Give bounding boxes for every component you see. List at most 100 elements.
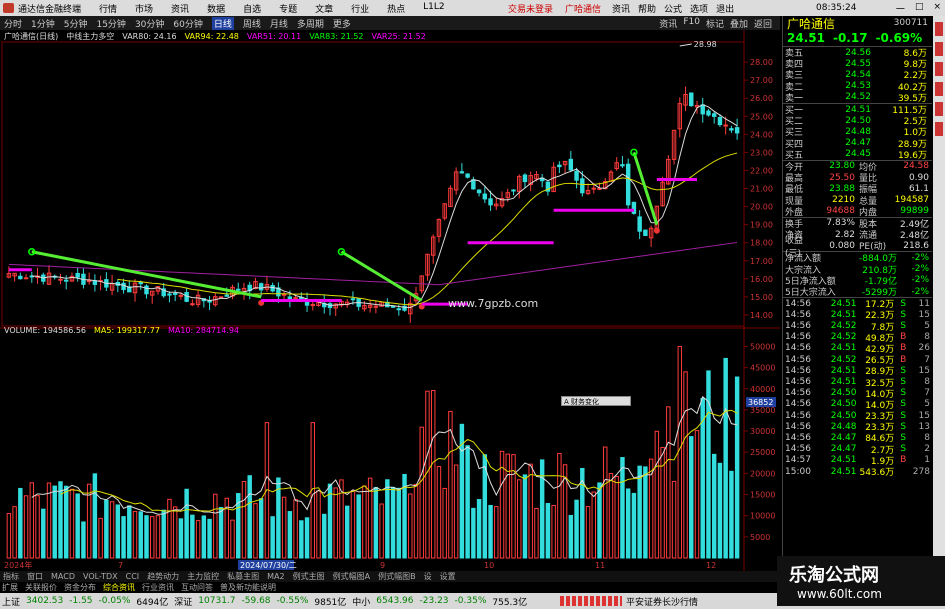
menu-item-industry[interactable]: 行业 <box>351 2 369 15</box>
extension-tab[interactable]: 资金分布 <box>64 582 96 593</box>
tick-side: B <box>900 343 907 354</box>
extension-tab[interactable]: 综合资讯 <box>103 582 135 593</box>
side-tab-icon[interactable] <box>935 62 943 76</box>
menu-item-watchlist[interactable]: 自选 <box>243 2 261 15</box>
candle-down <box>184 292 189 302</box>
side-tab-icon[interactable] <box>935 82 943 96</box>
candle-down <box>18 275 23 280</box>
index-quote-item: -0.55% <box>276 596 309 606</box>
volume-bar <box>631 492 637 559</box>
back-button[interactable]: 返回 <box>754 17 772 30</box>
volume-bar <box>683 371 688 559</box>
indicator-tab[interactable]: 例式幅图B <box>377 571 417 582</box>
indicator-tab[interactable]: 例式幅图A <box>332 571 371 582</box>
indicator-tab[interactable]: CCI <box>125 572 141 581</box>
volume-bar <box>52 485 57 559</box>
minimize-button[interactable]: 一 <box>896 2 905 15</box>
period-tab[interactable]: 1分钟 <box>31 17 55 30</box>
indicator-tab[interactable]: 主力监控 <box>186 571 220 582</box>
side-tab-icon[interactable] <box>935 42 943 56</box>
candle-down <box>557 164 562 168</box>
period-tab[interactable]: 多周期 <box>297 17 324 30</box>
stat-value: 194587 <box>894 195 929 206</box>
period-tab[interactable]: 分时 <box>4 17 22 30</box>
volume-bar <box>442 487 447 559</box>
extension-tab[interactable]: 行业资讯 <box>142 582 174 593</box>
period-tab-active[interactable]: 日线 <box>211 16 234 30</box>
period-tab[interactable]: 月线 <box>270 17 288 30</box>
indicator-tab[interactable]: 趋势动力 <box>146 571 180 582</box>
ask-book: 卖五 24.56 8.6万 卖四 24.55 9.8万 卖三 24.54 2.2万 卖二 24.53… <box>783 47 932 104</box>
menu-item-options[interactable]: 选项 <box>690 2 708 15</box>
period-tab[interactable]: 60分钟 <box>173 17 202 30</box>
volume-bar <box>476 499 482 559</box>
period-tab[interactable]: 30分钟 <box>135 17 164 30</box>
menu-item-exit[interactable]: 退出 <box>716 2 734 15</box>
period-toolbar: 分时 1分钟 5分钟 15分钟 30分钟 60分钟 日线 周线 月线 多周期 更… <box>0 16 780 30</box>
extension-tab[interactable]: 普及新功能说明 <box>220 582 276 593</box>
trade-login-link[interactable]: 交易未登录 <box>508 2 553 15</box>
side-tab-icon[interactable] <box>935 102 943 116</box>
indicator-name[interactable]: 中线主力多空 <box>66 31 114 42</box>
tick-count: 2 <box>924 444 930 455</box>
close-button[interactable]: × <box>933 2 941 15</box>
extension-tab[interactable]: 关联报价 <box>25 582 57 593</box>
menu-item-articles[interactable]: 文章 <box>315 2 333 15</box>
info-button[interactable]: 资讯 <box>659 17 677 30</box>
side-tab-icon[interactable] <box>935 22 943 36</box>
indicator-tab[interactable]: VOL-TDX <box>82 572 119 581</box>
tick-side: S <box>900 421 907 432</box>
fund-flow-pct: -2% <box>911 264 929 275</box>
volume-bar <box>81 521 86 559</box>
menu-item-hotspot[interactable]: 热点 <box>387 2 405 15</box>
volume-tick-label: 5000 <box>750 533 770 542</box>
menu-item-quotes[interactable]: 行情 <box>99 2 117 15</box>
indicator-tab[interactable]: MA2 <box>266 572 285 581</box>
extension-tabs: 扩展 关联报价 资金分布 综合资讯 行业资讯 互动问答 普及新功能说明 <box>0 582 780 592</box>
order-book-level: 卖一 <box>785 93 804 104</box>
indicator-tab[interactable]: 窗口 <box>26 571 44 582</box>
indicator-tab[interactable]: MACD <box>50 572 76 581</box>
candle-down <box>689 92 694 107</box>
date-axis-label: 2024年 <box>4 560 32 570</box>
site-watermark-text: www.7gpzb.com <box>448 297 539 310</box>
mark-button[interactable]: 标记 <box>706 17 724 30</box>
period-tab[interactable]: 更多 <box>333 17 351 30</box>
menu-item-topics[interactable]: 专题 <box>279 2 297 15</box>
volume-bar <box>723 357 728 559</box>
finance-change-tooltip[interactable]: A 财务变化 <box>561 396 631 406</box>
extension-tab[interactable]: 互动问答 <box>181 582 213 593</box>
menu-item-l1l2[interactable]: L1L2 <box>423 2 444 15</box>
indicator-tab[interactable]: 例式主图 <box>292 571 326 582</box>
period-tab[interactable]: 周线 <box>243 17 261 30</box>
menu-item-data[interactable]: 数据 <box>207 2 225 15</box>
stat-key: 外盘 <box>785 207 804 218</box>
candle-down <box>350 298 356 301</box>
tick-count: 8 <box>924 332 930 343</box>
overlay-button[interactable]: 叠加 <box>730 17 748 30</box>
f10-button[interactable]: F10 <box>683 17 700 30</box>
menu-item-info[interactable]: 资讯 <box>612 2 630 15</box>
side-tab-icon[interactable] <box>935 122 943 136</box>
indicator-tab[interactable]: 指标 <box>2 571 20 582</box>
period-tab[interactable]: 15分钟 <box>96 17 125 30</box>
indicator-tab[interactable]: 私募主图 <box>226 571 260 582</box>
tick-price: 24.50 <box>830 410 857 421</box>
indicator-tab[interactable]: 设 <box>423 571 433 582</box>
candle-down <box>75 272 80 278</box>
extension-tab[interactable]: 扩展 <box>2 582 18 593</box>
volume-bar <box>344 505 350 559</box>
menu-item-formula[interactable]: 公式 <box>664 2 682 15</box>
price-tick-label: 14.00 <box>750 311 773 320</box>
volume-bar <box>29 482 35 559</box>
volume-bar <box>12 506 17 559</box>
kline-chart[interactable]: 28.00 27.00 26.00 25.00 24.00 23.00 22.00 21.00… <box>0 30 780 571</box>
volume-tick-label: 15000 <box>750 491 775 500</box>
current-stock-link[interactable]: 广哈通信 <box>565 2 601 15</box>
period-tab[interactable]: 5分钟 <box>64 17 88 30</box>
indicator-tab[interactable]: 设置 <box>439 571 457 582</box>
menu-item-market[interactable]: 市场 <box>135 2 153 15</box>
menu-item-news[interactable]: 资讯 <box>171 2 189 15</box>
menu-item-help[interactable]: 帮助 <box>638 2 656 15</box>
maximize-button[interactable]: □ <box>915 2 924 15</box>
